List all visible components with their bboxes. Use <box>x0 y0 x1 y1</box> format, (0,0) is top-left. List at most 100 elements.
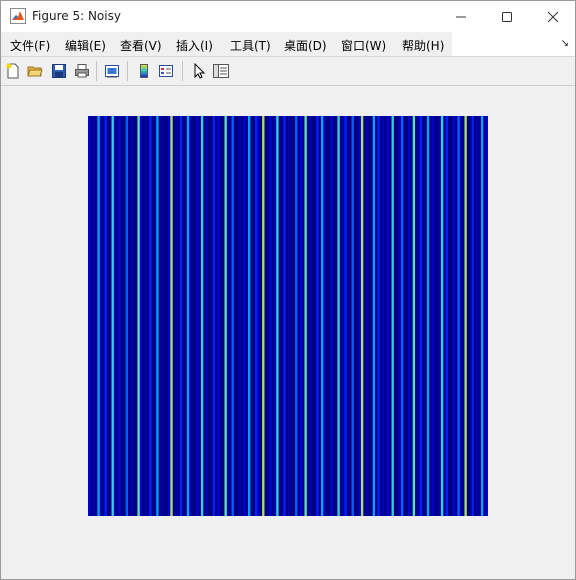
image-column <box>278 116 282 516</box>
image-column <box>339 116 343 516</box>
image-column <box>443 116 447 516</box>
insert-colorbar-button[interactable] <box>135 62 153 80</box>
menu-file[interactable]: 文件(F) <box>10 37 50 54</box>
image-column <box>419 116 423 516</box>
image-column <box>375 116 378 516</box>
image-column <box>139 116 143 516</box>
image-column <box>349 116 352 516</box>
image-column <box>485 116 489 516</box>
image-column <box>215 116 218 516</box>
image-column <box>337 116 341 516</box>
open-file-button[interactable] <box>26 62 44 80</box>
print-button[interactable] <box>73 62 91 80</box>
image-column <box>417 116 421 516</box>
link-plot-button[interactable] <box>103 62 121 80</box>
image-column <box>450 116 454 516</box>
maximize-button[interactable] <box>484 1 530 32</box>
image-column <box>483 116 487 516</box>
image-column <box>226 116 230 516</box>
image-column <box>403 116 407 516</box>
image-column <box>146 116 150 516</box>
image-axes[interactable] <box>88 116 489 516</box>
image-column <box>102 116 105 516</box>
image-column <box>144 116 148 516</box>
minimize-button[interactable] <box>438 1 484 32</box>
image-column <box>436 116 439 516</box>
image-column <box>424 116 428 516</box>
new-figure-button[interactable] <box>4 62 22 80</box>
image-column <box>240 116 244 516</box>
image-column <box>132 116 136 516</box>
image-column <box>372 116 376 516</box>
menu-bar: 文件(F) 编辑(E) 查看(V) 插入(I) 工具(T) 桌面(D) 窗口(W… <box>1 32 575 57</box>
image-column <box>462 116 465 516</box>
image-column <box>412 116 416 516</box>
image-column <box>248 116 251 516</box>
image-column <box>259 116 263 516</box>
toolbar-separator <box>96 61 97 81</box>
save-button[interactable] <box>50 62 68 80</box>
image-column <box>426 116 430 516</box>
image-column <box>120 116 124 516</box>
menu-help[interactable]: 帮助(H) <box>402 37 444 54</box>
image-column <box>116 116 119 516</box>
image-column <box>356 116 359 516</box>
figure-toolbar <box>1 57 575 86</box>
image-column <box>384 116 388 516</box>
image-column <box>353 116 357 516</box>
image-column <box>318 116 322 516</box>
image-column <box>252 116 256 516</box>
image-column <box>325 116 329 516</box>
image-column <box>257 116 261 516</box>
image-column <box>205 116 209 516</box>
image-column <box>224 116 228 516</box>
image-column <box>111 116 115 516</box>
edit-plot-pointer-icon <box>194 63 206 79</box>
image-column <box>445 116 449 516</box>
image-column <box>466 116 470 516</box>
image-column <box>370 116 374 516</box>
image-column <box>172 116 176 516</box>
image-column <box>335 116 338 516</box>
menu-window[interactable]: 窗口(W) <box>341 37 386 54</box>
menu-tools[interactable]: 工具(T) <box>230 37 271 54</box>
image-column <box>196 116 199 516</box>
image-column <box>328 116 331 516</box>
maximize-icon <box>502 11 512 22</box>
image-column <box>295 116 298 516</box>
image-column <box>422 116 425 516</box>
image-column <box>400 116 404 516</box>
close-button[interactable] <box>530 1 575 32</box>
noisy-image <box>88 116 489 516</box>
image-column <box>297 116 301 516</box>
edit-plot-button[interactable] <box>190 62 208 80</box>
menu-view[interactable]: 查看(V) <box>120 37 162 54</box>
insert-colorbar-icon <box>140 64 148 78</box>
dock-arrow-icon[interactable]: ↘ <box>561 38 569 49</box>
menu-desktop[interactable]: 桌面(D) <box>284 37 327 54</box>
insert-legend-button[interactable] <box>157 62 175 80</box>
image-column <box>476 116 479 516</box>
new-figure-icon <box>6 63 19 79</box>
image-column <box>398 116 402 516</box>
image-column <box>393 116 397 516</box>
image-column <box>109 116 112 516</box>
menu-insert[interactable]: 插入(I) <box>176 37 213 54</box>
image-column <box>360 116 364 516</box>
image-column <box>106 116 110 516</box>
open-file-icon <box>27 66 43 77</box>
image-column <box>377 116 381 516</box>
image-column <box>431 116 435 516</box>
close-icon <box>547 11 559 22</box>
image-column <box>189 116 192 516</box>
image-column <box>391 116 395 516</box>
image-column <box>346 116 350 516</box>
menu-edit[interactable]: 编辑(E) <box>65 37 106 54</box>
image-column <box>200 116 204 516</box>
image-column <box>415 116 418 516</box>
image-column <box>264 116 268 516</box>
property-inspector-button[interactable] <box>212 62 230 80</box>
image-column <box>153 116 157 516</box>
image-column <box>363 116 367 516</box>
image-column <box>219 116 223 516</box>
